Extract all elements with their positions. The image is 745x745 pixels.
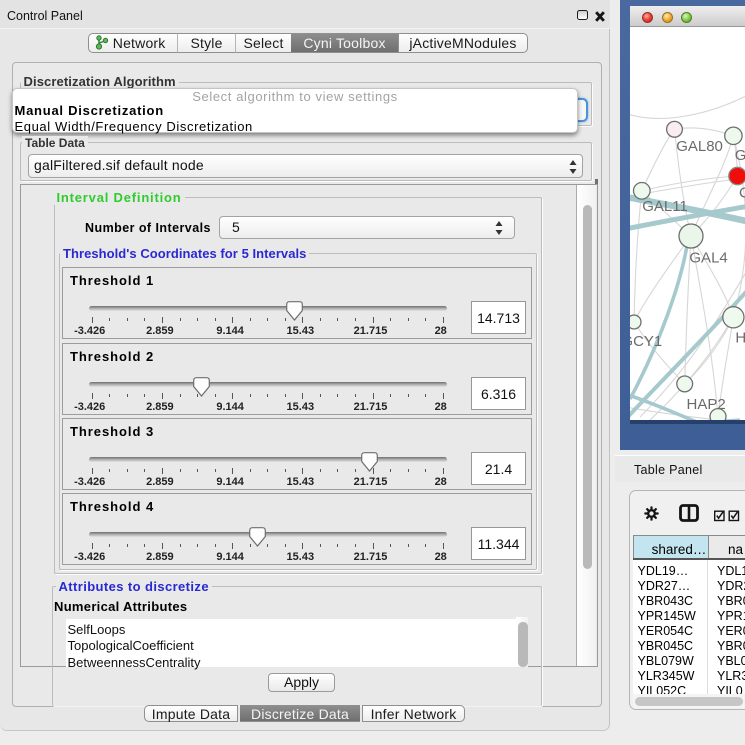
svg-text:HAP2: HAP2 (687, 396, 726, 413)
svg-text:GA: GA (735, 147, 745, 164)
svg-text:GAL4: GAL4 (689, 250, 727, 267)
svg-text:GAL11: GAL11 (642, 198, 688, 215)
svg-text:GAL80: GAL80 (676, 138, 723, 155)
svg-text:GCY1: GCY1 (630, 333, 662, 350)
svg-text:C: C (739, 185, 745, 202)
svg-text:H: H (735, 330, 745, 347)
